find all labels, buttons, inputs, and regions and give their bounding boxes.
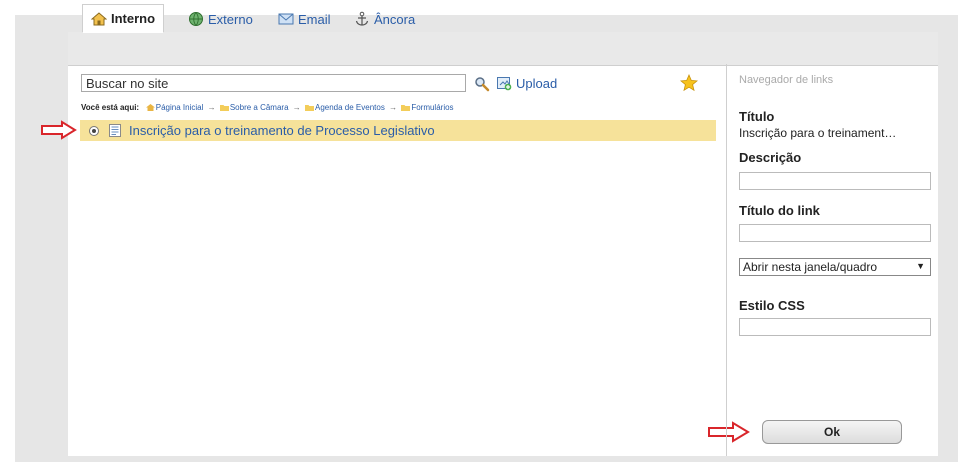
breadcrumb-item[interactable]: Página Inicial [156,103,204,112]
email-icon [278,13,294,25]
folder-icon [305,105,314,111]
search-input[interactable] [81,74,466,92]
ok-button-label: Ok [823,425,840,439]
panel-divider [726,64,727,456]
red-arrow-icon [708,421,750,443]
result-title: Inscrição para o treinamento de Processo… [129,123,435,138]
tab-label: Âncora [374,11,416,27]
star-icon[interactable] [680,74,698,92]
estilo-css-field[interactable] [739,318,931,336]
upload-label: Upload [516,75,558,91]
target-select[interactable]: Abrir nesta janela/quadro ▼ [739,258,931,276]
globe-icon [189,12,203,26]
breadcrumb-separator: → [207,103,216,112]
folder-icon [401,105,411,111]
titulo-value: Inscrição para o treinament… [739,126,897,140]
search-icon[interactable] [474,76,490,92]
home-icon [145,104,155,111]
dropdown-arrow-icon: ▼ [916,261,925,271]
home-icon [91,11,107,25]
breadcrumb: Você está aqui: Página Inicial → Sobre a… [81,103,454,112]
estilo-css-label: Estilo CSS [739,298,805,313]
breadcrumb-lead: Você está aqui: [81,103,140,112]
titulo-link-field[interactable] [739,224,931,242]
target-select-value: Abrir nesta janela/quadro [743,260,878,274]
breadcrumb-item[interactable]: Formulários [411,103,453,112]
form-document-icon [109,124,121,137]
upload-button[interactable]: Upload [496,75,557,91]
tab-label: Email [298,11,331,27]
folder-icon [219,105,229,111]
anchor-icon [355,11,369,26]
tab-externo[interactable]: Externo [188,6,253,32]
descricao-label: Descrição [739,150,802,165]
titulo-label: Título [739,109,775,124]
tab-email[interactable]: Email [278,6,331,32]
breadcrumb-separator: → [292,103,301,112]
tab-label: Interno [111,11,156,26]
upload-icon [497,77,512,91]
tab-bar [68,32,938,66]
tab-interno[interactable]: Interno [82,4,165,33]
breadcrumb-item[interactable]: Sobre a Câmara [230,103,289,112]
tab-ancora[interactable]: Âncora [354,6,415,32]
red-arrow-icon [41,120,77,140]
titulo-link-label: Título do link [739,203,820,218]
breadcrumb-separator: → [389,103,398,112]
link-dialog-panel [68,32,938,456]
descricao-field[interactable] [739,172,931,190]
breadcrumb-item[interactable]: Agenda de Eventos [315,103,385,112]
radio-button[interactable] [89,125,99,136]
list-item[interactable]: Inscrição para o treinamento de Processo… [80,120,716,141]
ok-button[interactable]: Ok [762,420,902,444]
link-browser-title: Navegador de links [739,74,834,86]
tab-label: Externo [208,11,253,27]
